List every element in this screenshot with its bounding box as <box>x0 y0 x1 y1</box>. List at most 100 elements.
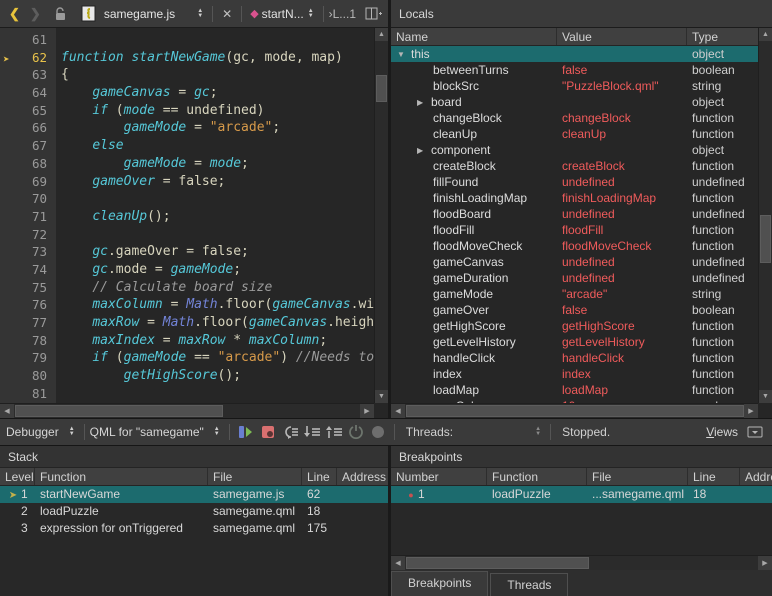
close-document-icon[interactable]: ✕ <box>218 7 236 21</box>
line-number[interactable]: 78 <box>0 332 56 350</box>
bp-col-address[interactable]: Address <box>740 468 772 485</box>
step-into-icon[interactable] <box>301 422 323 442</box>
scrollbar-thumb[interactable] <box>15 405 223 417</box>
panel-splitter[interactable] <box>388 0 391 418</box>
locals-tree[interactable]: ▼thisobjectbetweenTurnsfalsebooleanblock… <box>391 46 758 403</box>
locals-row[interactable]: indexindexfunction <box>391 366 758 382</box>
bp-col-number[interactable]: Number <box>391 468 487 485</box>
debug-target-selector[interactable]: QML for "samegame" ▲▼ <box>90 425 224 439</box>
locals-row[interactable]: gameCanvasundefinedundefined <box>391 254 758 270</box>
line-number[interactable]: 72 <box>0 226 56 244</box>
line-number[interactable]: 70 <box>0 190 56 208</box>
views-button[interactable]: Views <box>706 425 738 439</box>
perspective-selector[interactable]: Debugger ▲▼ <box>6 425 79 439</box>
code-line[interactable]: gc.mode = gameMode; <box>61 261 374 279</box>
expand-icon[interactable]: ▶ <box>417 95 431 110</box>
line-number[interactable]: 67 <box>0 137 56 155</box>
scroll-left-icon[interactable]: ◀ <box>391 404 405 418</box>
locals-col-value[interactable]: Value <box>557 28 687 45</box>
bp-col-line[interactable]: Line <box>688 468 740 485</box>
interrupt-icon[interactable] <box>257 422 279 442</box>
line-number[interactable]: 77 <box>0 314 56 332</box>
locals-horizontal-scrollbar[interactable]: ◀ ▶ <box>391 403 758 418</box>
locals-vertical-scrollbar[interactable]: ▲ ▼ <box>758 28 772 403</box>
scroll-right-icon[interactable]: ▶ <box>758 556 772 570</box>
tab-threads[interactable]: Threads <box>490 573 568 596</box>
split-editor-icon[interactable] <box>364 5 382 23</box>
code-line[interactable]: gameMode = "arcade"; <box>61 119 374 137</box>
code-line[interactable] <box>61 190 374 208</box>
locals-col-name[interactable]: Name <box>391 28 557 45</box>
locals-row[interactable]: getHighScoregetHighScorefunction <box>391 318 758 334</box>
file-dropdown-icon[interactable]: ▲▼ <box>197 9 203 19</box>
breakpoint-row[interactable]: ●1loadPuzzle...samegame.qml18 <box>391 486 772 503</box>
forward-icon[interactable]: ❯ <box>25 6 46 22</box>
expand-icon[interactable]: ▶ <box>417 143 431 158</box>
code-line[interactable]: gameOver = false; <box>61 173 374 191</box>
code-line[interactable]: maxRow = Math.floor(gameCanvas.height <box>61 314 374 332</box>
locals-row[interactable]: floodFillfloodFillfunction <box>391 222 758 238</box>
stack-col-level[interactable]: Level <box>0 468 35 485</box>
code-line[interactable]: gameCanvas = gc; <box>61 84 374 102</box>
locals-row[interactable]: gameOverfalseboolean <box>391 302 758 318</box>
line-number[interactable]: 79 <box>0 349 56 367</box>
locals-col-type[interactable]: Type <box>687 28 758 45</box>
continue-icon[interactable] <box>235 422 257 442</box>
threads-selector[interactable]: ▲▼ <box>459 427 545 437</box>
line-number[interactable]: 73 <box>0 243 56 261</box>
bp-col-function[interactable]: Function <box>487 468 587 485</box>
symbol-dropdown-value[interactable]: startN... <box>262 7 304 21</box>
line-number[interactable]: 71 <box>0 208 56 226</box>
locals-row[interactable]: floodBoardundefinedundefined <box>391 206 758 222</box>
unlock-icon[interactable] <box>52 5 70 23</box>
locals-row[interactable]: finishLoadingMapfinishLoadingMapfunction <box>391 190 758 206</box>
line-number[interactable]: 64 <box>0 84 56 102</box>
step-over-icon[interactable] <box>279 422 301 442</box>
stack-row[interactable]: 3expression for onTriggeredsamegame.qml1… <box>0 520 388 537</box>
stack-col-file[interactable]: File <box>208 468 302 485</box>
code-line[interactable]: else <box>61 137 374 155</box>
locals-row[interactable]: ▶boardobject <box>391 94 758 110</box>
step-out-icon[interactable] <box>323 422 345 442</box>
code-line[interactable] <box>61 385 374 403</box>
stack-row[interactable]: ➤1startNewGamesamegame.js62 <box>0 486 388 503</box>
scroll-down-icon[interactable]: ▼ <box>375 390 388 403</box>
locals-row[interactable]: loadMaploadMapfunction <box>391 382 758 398</box>
code-area[interactable]: function startNewGame(gc, mode, map){ ga… <box>56 28 374 403</box>
line-number[interactable]: 63 <box>0 66 56 84</box>
bp-col-file[interactable]: File <box>587 468 688 485</box>
scroll-up-icon[interactable]: ▲ <box>375 28 388 41</box>
line-number[interactable]: 65 <box>0 102 56 120</box>
scroll-right-icon[interactable]: ▶ <box>360 404 374 418</box>
code-line[interactable]: cleanUp(); <box>61 208 374 226</box>
line-number[interactable]: 74 <box>0 261 56 279</box>
line-number[interactable]: 75 <box>0 279 56 297</box>
locals-row[interactable]: floodMoveCheckfloodMoveCheckfunction <box>391 238 758 254</box>
locals-row[interactable]: createBlockcreateBlockfunction <box>391 158 758 174</box>
back-icon[interactable]: ❮ <box>4 6 25 22</box>
breakpoints-horizontal-scrollbar[interactable]: ◀ ▶ <box>391 555 772 570</box>
locals-row[interactable]: blockSrc"PuzzleBlock.qml"string <box>391 78 758 94</box>
scroll-right-icon[interactable]: ▶ <box>744 404 758 418</box>
scrollbar-thumb[interactable] <box>406 405 744 417</box>
scrollbar-thumb[interactable] <box>406 557 589 569</box>
code-line[interactable]: { <box>61 66 374 84</box>
tab-breakpoints[interactable]: Breakpoints <box>391 571 488 596</box>
code-line[interactable]: getHighScore(); <box>61 367 374 385</box>
locals-row[interactable]: fillFoundundefinedundefined <box>391 174 758 190</box>
locals-row[interactable]: ▼thisobject <box>391 46 758 62</box>
locals-row[interactable]: changeBlockchangeBlockfunction <box>391 110 758 126</box>
scrollbar-thumb[interactable] <box>376 75 387 102</box>
locals-row[interactable]: gameDurationundefinedundefined <box>391 270 758 286</box>
code-line[interactable] <box>61 31 374 49</box>
locals-row[interactable]: getLevelHistorygetLevelHistoryfunction <box>391 334 758 350</box>
code-line[interactable] <box>61 226 374 244</box>
code-line[interactable]: if (gameMode == "arcade") //Needs to <box>61 349 374 367</box>
code-line[interactable]: maxIndex = maxRow * maxColumn; <box>61 332 374 350</box>
line-number[interactable]: 61 <box>0 31 56 49</box>
locals-row[interactable]: ▶componentobject <box>391 142 758 158</box>
line-number[interactable]: 69 <box>0 173 56 191</box>
scroll-down-icon[interactable]: ▼ <box>759 390 772 403</box>
line-number[interactable]: 68 <box>0 155 56 173</box>
scrollbar-thumb[interactable] <box>760 215 771 263</box>
